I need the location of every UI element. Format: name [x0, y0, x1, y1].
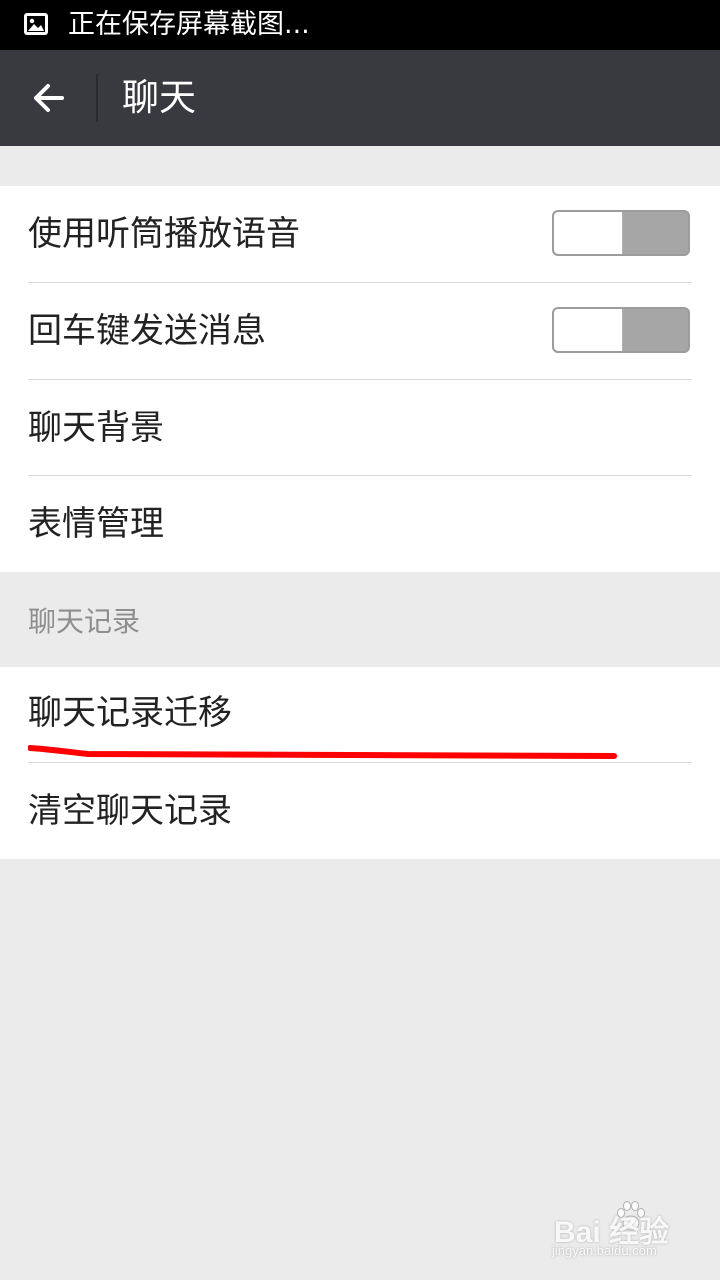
settings-group-general: 使用听筒播放语音 回车键发送消息 聊天背景 表情管理: [0, 186, 720, 572]
section-header-chat-history: 聊天记录: [28, 605, 141, 638]
toggle-knob: [554, 212, 623, 254]
setting-row-enter-to-send[interactable]: 回车键发送消息: [0, 283, 720, 379]
setting-label: 表情管理: [28, 504, 164, 544]
earpiece-playback-toggle[interactable]: [552, 210, 690, 256]
status-bar: 正在保存屏幕截图...: [0, 0, 720, 50]
image-icon: [24, 13, 48, 35]
setting-row-clear-chat-history[interactable]: 清空聊天记录: [0, 763, 720, 859]
setting-row-earpiece-playback[interactable]: 使用听筒播放语音: [0, 186, 720, 282]
toggle-knob: [554, 309, 623, 351]
enter-to-send-toggle[interactable]: [552, 307, 690, 353]
back-button[interactable]: [0, 50, 96, 146]
watermark-url: jingyan.baidu.com: [552, 1243, 657, 1258]
status-text: 正在保存屏幕截图...: [68, 9, 310, 40]
setting-label: 聊天背景: [28, 408, 164, 448]
setting-label: 使用听筒播放语音: [28, 214, 300, 254]
setting-label: 回车键发送消息: [28, 311, 266, 351]
page-title: 聊天: [122, 76, 196, 119]
setting-row-chat-background[interactable]: 聊天背景: [0, 380, 720, 476]
action-bar-divider: [96, 74, 98, 122]
action-bar: 聊天: [0, 50, 720, 146]
setting-row-sticker-management[interactable]: 表情管理: [0, 476, 720, 572]
red-annotation-underline: [28, 745, 617, 759]
arrow-left-icon: [34, 84, 64, 112]
baidu-jingyan-watermark: Bai 经验 jingyan.baidu.com: [548, 1195, 708, 1270]
setting-label: 清空聊天记录: [28, 791, 232, 831]
